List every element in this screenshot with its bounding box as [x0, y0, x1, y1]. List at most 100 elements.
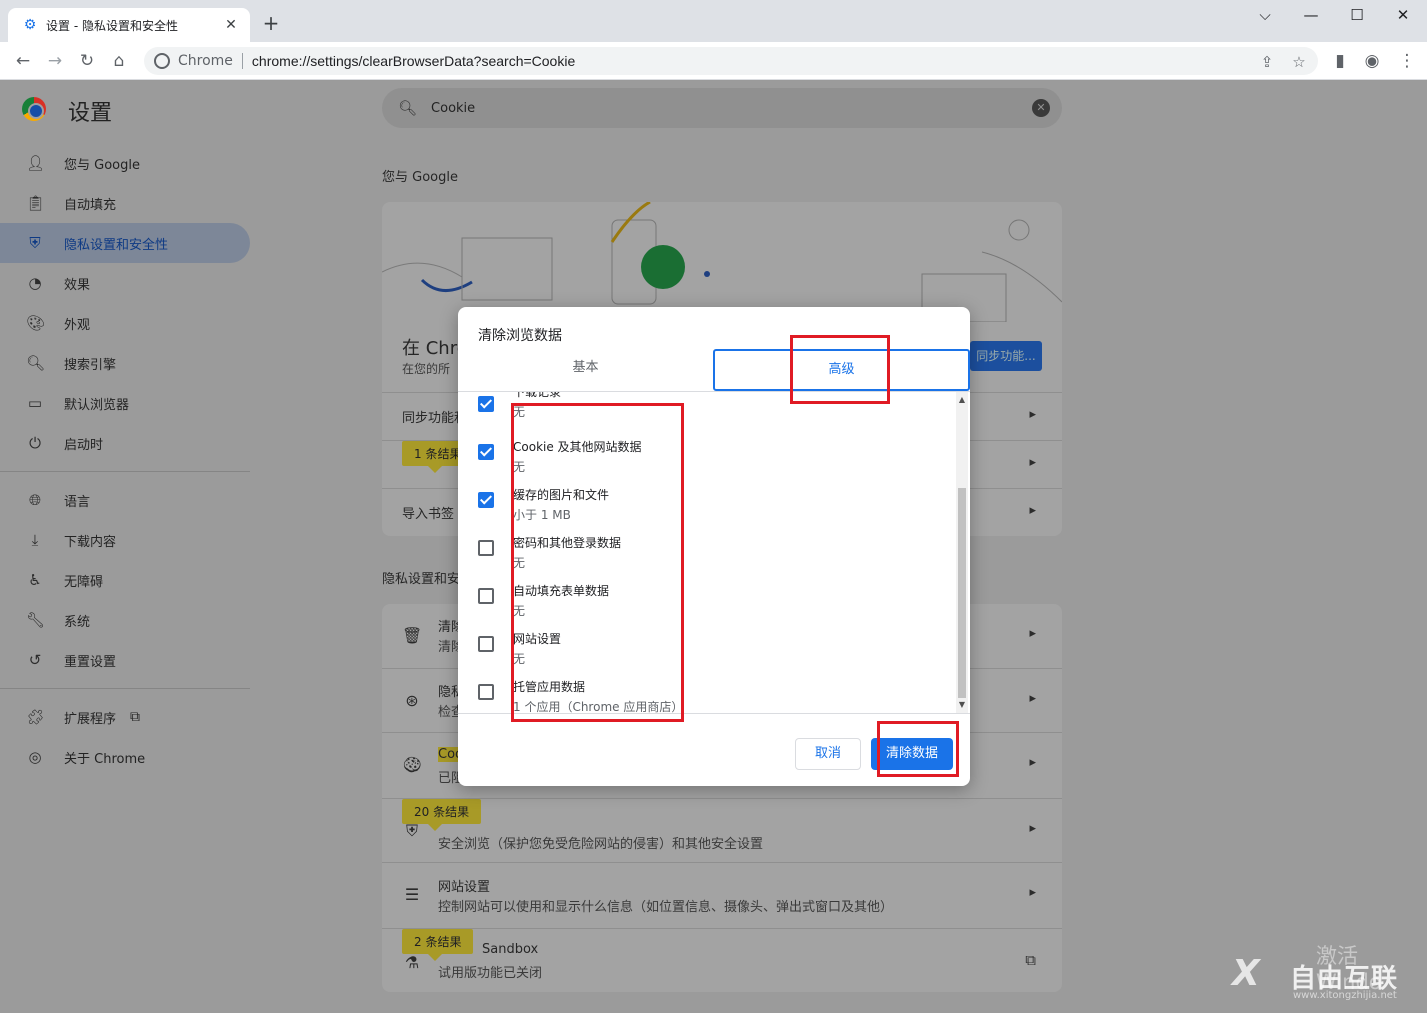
- sidebar-item-search-engine[interactable]: 🔍︎ 搜索引擎: [0, 343, 250, 383]
- search-result-badge: 2 条结果: [402, 929, 474, 961]
- cancel-button[interactable]: 取消: [795, 738, 861, 770]
- dialog-title: 清除浏览数据: [478, 328, 562, 344]
- checkbox[interactable]: [478, 588, 494, 604]
- banner-illustration: [382, 202, 1062, 322]
- cookie-icon: 🍪︎: [402, 755, 423, 774]
- chevron-right-icon: ▸: [1029, 407, 1036, 422]
- sidebar-item-label: 下载内容: [64, 534, 117, 550]
- close-window-button[interactable]: ✕: [1380, 0, 1426, 32]
- sidebar-item-performance[interactable]: ◔ 效果: [0, 263, 250, 303]
- search-input[interactable]: Cookie: [431, 101, 1032, 116]
- privacy-sandbox-row[interactable]: ⚗ Sandbox 试用版功能已关闭 ⧉: [382, 928, 1062, 992]
- power-icon: ⏻: [29, 434, 41, 452]
- share-icon[interactable]: ⇪: [1258, 53, 1276, 71]
- row-title: 导入书签: [402, 507, 455, 522]
- scrollbar[interactable]: ▲ ▼: [956, 392, 968, 713]
- clear-search-icon[interactable]: ✕: [1032, 99, 1050, 117]
- sidebar-item-system[interactable]: 🔧︎ 系统: [0, 600, 250, 640]
- section-title-privacy: 隐私设置和安: [382, 572, 461, 587]
- maximize-button[interactable]: ☐: [1334, 0, 1380, 32]
- security-row[interactable]: ⛨ 安全浏览（保护您免受危险网站的侵害）和其他安全设置 ▸: [382, 798, 1062, 862]
- sidebar-item-label: 默认浏览器: [64, 397, 130, 413]
- section-title-you-and-google: 您与 Google: [382, 170, 458, 185]
- chrome-logo-icon: [22, 97, 46, 121]
- sidebar-item-languages[interactable]: 🌐︎ 语言: [0, 480, 250, 520]
- item-title: 下载记录: [513, 392, 562, 399]
- divider: [241, 53, 243, 69]
- chevron-right-icon: ▸: [1029, 755, 1036, 770]
- new-tab-button[interactable]: +: [260, 12, 282, 34]
- annotation-box-clear-button: [877, 721, 959, 777]
- turn-on-sync-button[interactable]: 同步功能...: [970, 341, 1042, 371]
- sidebar-item-default-browser[interactable]: ▭ 默认浏览器: [0, 383, 250, 423]
- sidebar-item-label: 效果: [64, 277, 91, 293]
- tab-title: 设置 - 隐私设置和安全性: [46, 18, 178, 33]
- sidebar-item-extensions[interactable]: 🧩︎ 扩展程序 ⧉: [0, 697, 250, 737]
- tab-close-icon[interactable]: ✕: [222, 17, 240, 33]
- sidebar-item-reset[interactable]: ↺ 重置设置: [0, 640, 250, 680]
- site-watermark-url: www.xitongzhijia.net: [1293, 990, 1397, 1001]
- divider: [0, 471, 250, 472]
- tab-basic[interactable]: 基本: [458, 349, 713, 391]
- bookmark-star-icon[interactable]: ☆: [1290, 53, 1308, 71]
- browser-icon: ▭: [27, 394, 43, 412]
- page-title: 设置: [68, 101, 113, 126]
- sidebar-item-autofill[interactable]: 📋︎ 自动填充: [0, 183, 250, 223]
- external-link-icon: ⧉: [130, 709, 141, 725]
- search-icon: 🔍︎: [26, 354, 46, 372]
- search-icon: 🔍︎: [398, 99, 418, 117]
- forward-arrow-icon[interactable]: →: [44, 50, 66, 72]
- checkbox[interactable]: [478, 540, 494, 556]
- clipboard-icon: 📋︎: [26, 194, 46, 212]
- site-label: Chrome: [178, 53, 233, 69]
- palette-icon: 🎨︎: [26, 314, 46, 332]
- settings-gear-icon: ⚙: [23, 17, 37, 33]
- sidebar-item-label: 扩展程序: [64, 711, 117, 727]
- sidebar-item-privacy[interactable]: ⛨ 隐私设置和安全性: [0, 223, 250, 263]
- scrollbar-thumb[interactable]: [958, 488, 966, 698]
- shield-icon: ⛨: [29, 234, 41, 252]
- checkbox[interactable]: [478, 636, 494, 652]
- site-settings-row[interactable]: ☰ 网站设置 控制网站可以使用和显示什么信息（如位置信息、摄像头、弹出式窗口及其…: [382, 862, 1062, 928]
- sidebar-item-appearance[interactable]: 🎨︎ 外观: [0, 303, 250, 343]
- toolbar: ← → ↻ ⌂ Chrome chrome://settings/clearBr…: [0, 42, 1427, 80]
- settings-search[interactable]: 🔍︎ Cookie ✕: [382, 88, 1062, 128]
- trash-icon: 🗑︎: [402, 626, 423, 645]
- sidebar-item-accessibility[interactable]: ♿︎ 无障碍: [0, 560, 250, 600]
- sidebar-item-downloads[interactable]: ⤓ 下载内容: [0, 520, 250, 560]
- more-menu-icon[interactable]: ⋮: [1396, 50, 1418, 72]
- chevron-right-icon: ▸: [1029, 626, 1036, 641]
- minimize-button[interactable]: —: [1288, 0, 1334, 32]
- profile-avatar-icon[interactable]: ◉: [1361, 50, 1383, 72]
- checkbox[interactable]: [478, 444, 494, 460]
- flask-icon: ⚗: [404, 953, 420, 972]
- side-panel-icon[interactable]: ▮: [1329, 50, 1351, 72]
- tune-sliders-icon: ☰: [404, 885, 420, 904]
- sidebar-item-label: 重置设置: [64, 654, 117, 670]
- back-arrow-icon[interactable]: ←: [12, 50, 34, 72]
- settings-sidebar: 👤︎ 您与 Google 📋︎ 自动填充 ⛨ 隐私设置和安全性 ◔ 效果 🎨︎ 外观 🔍︎…: [0, 143, 250, 777]
- checkbox[interactable]: [478, 396, 494, 412]
- checkbox[interactable]: [478, 492, 494, 508]
- chevron-right-icon: ▸: [1029, 821, 1036, 836]
- address-bar[interactable]: Chrome chrome://settings/clearBrowserDat…: [144, 47, 1318, 75]
- checkbox[interactable]: [478, 684, 494, 700]
- tab-search-chevron-icon[interactable]: ⌵: [1242, 0, 1288, 32]
- scroll-up-arrow-icon[interactable]: ▲: [956, 394, 968, 406]
- sidebar-item-you-and-google[interactable]: 👤︎ 您与 Google: [0, 143, 250, 183]
- sidebar-item-label: 系统: [64, 614, 91, 630]
- row-subtitle: 控制网站可以使用和显示什么信息（如位置信息、摄像头、弹出式窗口及其他）: [438, 900, 894, 915]
- divider: [0, 688, 250, 689]
- reload-icon[interactable]: ↻: [76, 50, 98, 72]
- browser-tab[interactable]: ⚙ 设置 - 隐私设置和安全性 ✕: [8, 8, 250, 42]
- chevron-right-icon: ▸: [1029, 691, 1036, 706]
- url-text[interactable]: chrome://settings/clearBrowserData?searc…: [252, 53, 575, 69]
- sidebar-item-label: 您与 Google: [64, 157, 140, 173]
- scroll-down-arrow-icon[interactable]: ▼: [956, 699, 968, 711]
- wrench-icon: 🔧︎: [26, 611, 46, 629]
- home-icon[interactable]: ⌂: [108, 50, 130, 72]
- sidebar-item-on-startup[interactable]: ⏻ 启动时: [0, 423, 250, 463]
- annotation-box-data-list: [511, 403, 684, 722]
- person-icon: 👤︎: [26, 154, 46, 172]
- sidebar-item-about[interactable]: ◎ 关于 Chrome: [0, 737, 250, 777]
